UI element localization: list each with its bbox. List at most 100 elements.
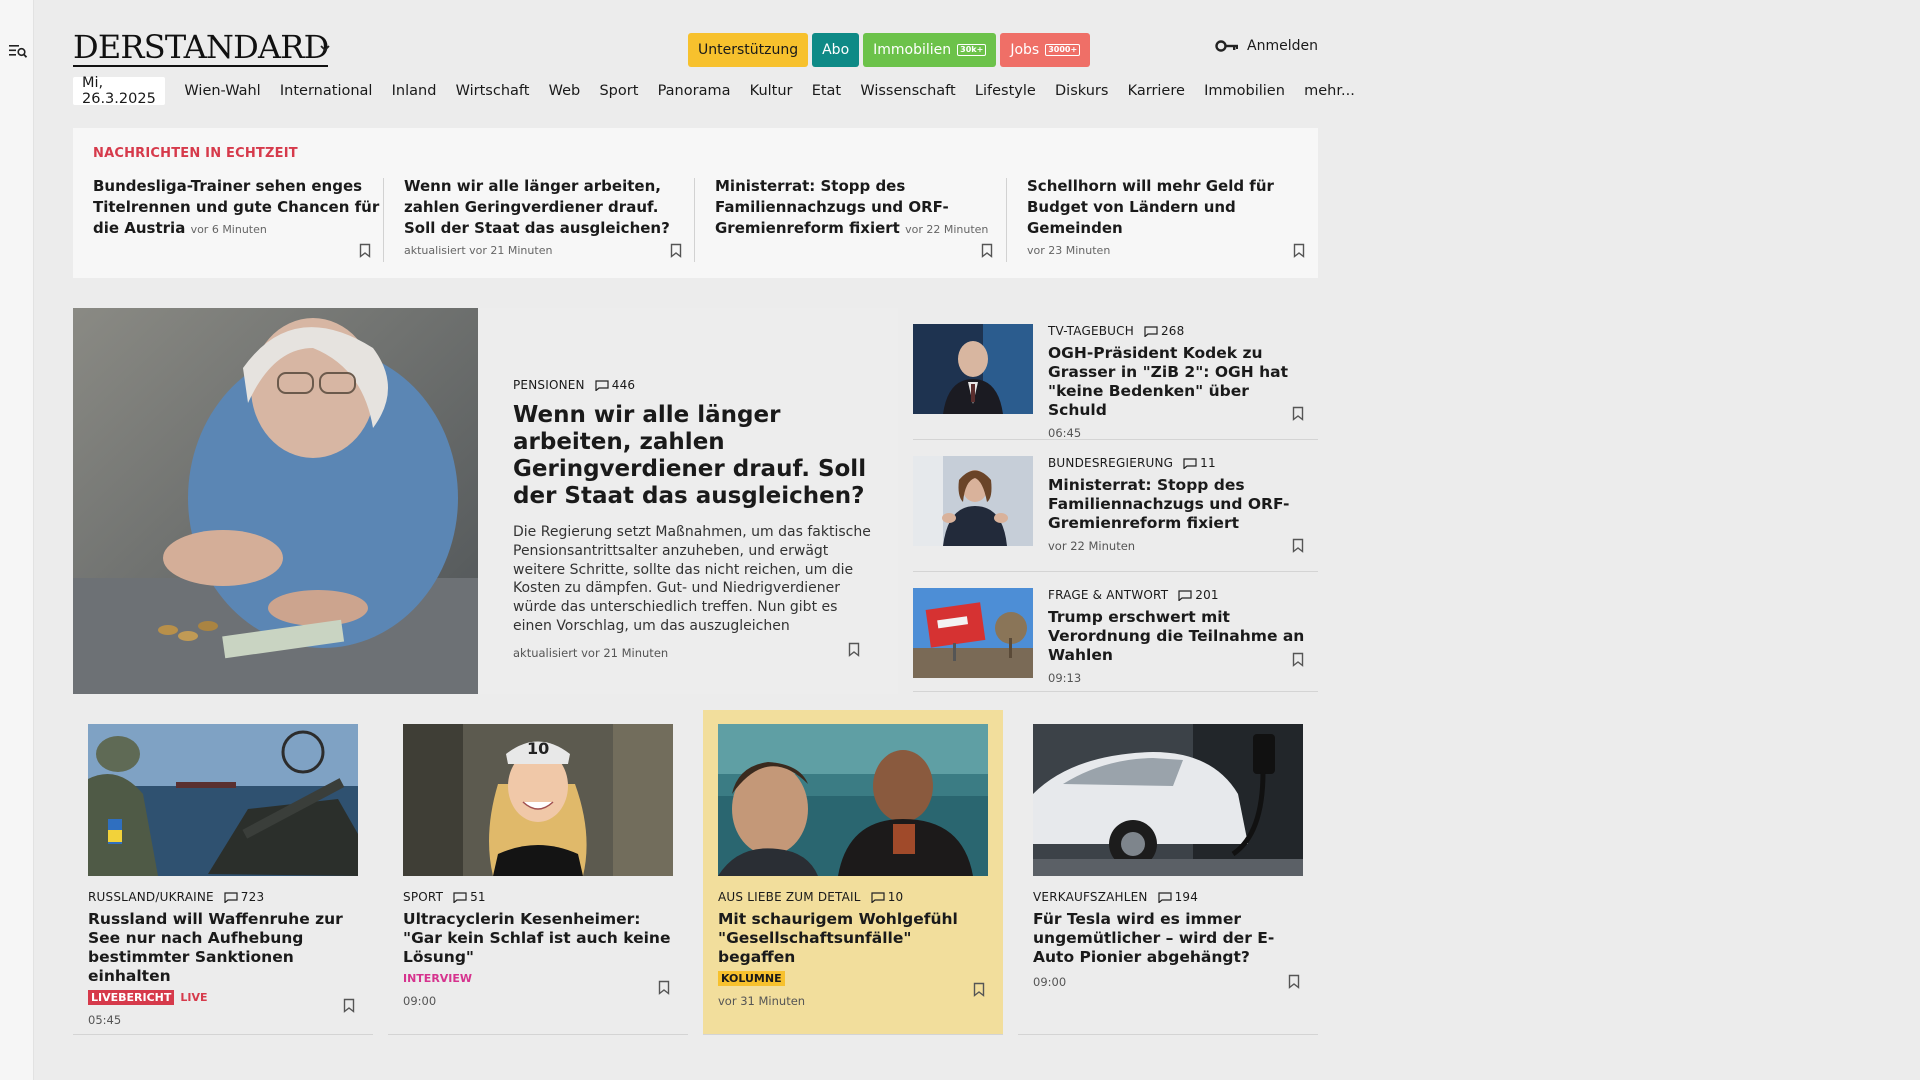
comment-count-value: 10 — [887, 890, 904, 904]
hero-headline[interactable]: Wenn wir alle länger arbeiten, zahlen Ge… — [513, 402, 873, 510]
service-pills: Unterstützung Abo Immobilien 30k+ Jobs 300… — [688, 33, 1091, 67]
ticker-divider — [694, 178, 695, 262]
bookmark-icon[interactable] — [1292, 652, 1304, 667]
article-card: 10 SPORT 51 Ultracyclerin Kesenheimer: "… — [388, 710, 688, 1035]
ticker-item-time: vor 6 Minuten — [190, 223, 267, 236]
comment-count[interactable]: 11 — [1183, 456, 1216, 470]
bookmark-icon[interactable] — [658, 980, 670, 995]
comment-icon — [1144, 325, 1158, 337]
card-category[interactable]: RUSSLAND/UKRAINE — [88, 890, 214, 904]
nav-item-etat[interactable]: Etat — [802, 83, 851, 99]
nav-item-more[interactable]: mehr... — [1295, 83, 1365, 99]
hero-category[interactable]: PENSIONEN — [513, 378, 585, 392]
immobilien-button[interactable]: Immobilien 30k+ — [863, 33, 997, 67]
bookmark-icon[interactable] — [343, 998, 355, 1013]
login-button[interactable]: Anmelden — [1215, 38, 1318, 54]
comment-count-value: 723 — [240, 890, 265, 904]
card-timestamp: 09:00 — [403, 994, 437, 1008]
nav-item-wirtschaft[interactable]: Wirtschaft — [446, 83, 539, 99]
ticker-item-title[interactable]: Wenn wir alle länger arbeiten, zahlen Ge… — [404, 177, 670, 237]
nav-item-wissenschaft[interactable]: Wissenschaft — [851, 83, 966, 99]
bookmark-icon[interactable] — [1293, 243, 1305, 258]
card-kicker: AUS LIEBE ZUM DETAIL 10 — [718, 890, 988, 904]
side-headline[interactable]: Ministerrat: Stopp des Familiennachzugs … — [1048, 476, 1310, 533]
side-timestamp: vor 22 Minuten — [1048, 539, 1136, 553]
comment-count-value: 194 — [1174, 890, 1199, 904]
bookmark-icon[interactable] — [973, 982, 985, 997]
nav-item-karriere[interactable]: Karriere — [1118, 83, 1195, 99]
ticker-item-time: vor 22 Minuten — [905, 223, 989, 236]
article-thumbnail[interactable] — [913, 588, 1033, 678]
abo-button[interactable]: Abo — [812, 33, 860, 67]
current-date: Mi, 26.3.2025 — [73, 75, 165, 107]
jobs-label: Jobs — [1010, 42, 1040, 58]
nav-item-sport[interactable]: Sport — [590, 83, 648, 99]
nav-item-kultur[interactable]: Kultur — [740, 83, 802, 99]
bookmark-icon[interactable] — [670, 243, 682, 258]
card-category[interactable]: SPORT — [403, 890, 443, 904]
nav-item-inland[interactable]: Inland — [382, 83, 446, 99]
comment-count[interactable]: 723 — [224, 890, 265, 904]
side-article-list: TV-TAGEBUCH 268 OGH-Präsident Kodek zu G… — [913, 308, 1318, 692]
bookmark-icon[interactable] — [1292, 538, 1304, 553]
ticker-item-title[interactable]: Schellhorn will mehr Geld für Budget von… — [1027, 177, 1274, 237]
bookmark-icon[interactable] — [1288, 974, 1300, 989]
hero-image[interactable] — [73, 308, 478, 694]
comment-count[interactable]: 446 — [595, 378, 636, 392]
card-category[interactable]: VERKAUFSZAHLEN — [1033, 890, 1148, 904]
side-category[interactable]: BUNDESREGIERUNG — [1048, 456, 1173, 470]
svg-text:10: 10 — [527, 739, 549, 758]
side-article: FRAGE & ANTWORT 201 Trump erschwert mit … — [913, 572, 1318, 692]
comment-count-value: 268 — [1160, 324, 1185, 338]
ticker-divider — [1006, 178, 1007, 262]
support-button[interactable]: Unterstützung — [688, 33, 809, 67]
comment-count[interactable]: 194 — [1157, 890, 1199, 904]
nav-item-lifestyle[interactable]: Lifestyle — [965, 83, 1045, 99]
card-image[interactable]: 10 — [403, 724, 673, 876]
comment-count[interactable]: 268 — [1144, 324, 1185, 338]
nav-item-international[interactable]: International — [270, 83, 382, 99]
card-image[interactable] — [88, 724, 358, 876]
card-timestamp: vor 31 Minuten — [718, 994, 806, 1008]
bookmark-icon[interactable] — [1292, 406, 1304, 421]
card-image[interactable] — [1033, 724, 1303, 876]
side-category[interactable]: FRAGE & ANTWORT — [1048, 588, 1168, 602]
comment-icon — [453, 891, 467, 903]
card-headline[interactable]: Mit schaurigem Wohlgefühl "Gesellschafts… — [718, 910, 988, 967]
nav-item-wien-wahl[interactable]: Wien-Wahl — [175, 83, 271, 99]
bookmark-icon[interactable] — [981, 243, 993, 258]
side-category[interactable]: TV-TAGEBUCH — [1048, 324, 1134, 338]
ticker-item[interactable]: Ministerrat: Stopp des Familiennachzugs … — [715, 176, 1005, 266]
article-thumbnail[interactable] — [913, 324, 1033, 414]
comment-icon — [224, 891, 238, 903]
bookmark-icon[interactable] — [359, 243, 371, 258]
search-menu-icon[interactable] — [8, 42, 28, 60]
card-headline[interactable]: Für Tesla wird es immer ungemütlicher – … — [1033, 910, 1303, 967]
nav-item-web[interactable]: Web — [539, 83, 590, 99]
article-card: VERKAUFSZAHLEN 194 Für Tesla wird es imm… — [1018, 710, 1318, 1035]
article-cards-row: RUSSLAND/UKRAINE 723 Russland will Waffe… — [73, 710, 1318, 1035]
card-headline[interactable]: Ultracyclerin Kesenheimer: "Gar kein Sch… — [403, 910, 673, 967]
chevron-down-icon[interactable] — [319, 42, 331, 54]
ticker-item[interactable]: Schellhorn will mehr Geld für Budget von… — [1027, 176, 1317, 266]
article-thumbnail[interactable] — [913, 456, 1033, 546]
comment-count[interactable]: 10 — [871, 890, 904, 904]
article-card-highlighted: AUS LIEBE ZUM DETAIL 10 Mit schaurigem W… — [703, 710, 1003, 1035]
side-headline[interactable]: Trump erschwert mit Verordnung die Teiln… — [1048, 608, 1310, 665]
nav-item-diskurs[interactable]: Diskurs — [1045, 83, 1118, 99]
hero-photo-elderly-woman — [73, 308, 478, 694]
card-image[interactable] — [718, 724, 988, 876]
nav-item-panorama[interactable]: Panorama — [648, 83, 740, 99]
card-headline[interactable]: Russland will Waffenruhe zur See nur nac… — [88, 910, 358, 986]
comment-count[interactable]: 201 — [1178, 588, 1219, 602]
bookmark-icon[interactable] — [848, 642, 860, 657]
jobs-button[interactable]: Jobs 3000+ — [1000, 33, 1091, 67]
card-category[interactable]: AUS LIEBE ZUM DETAIL — [718, 890, 861, 904]
ticker-item[interactable]: Wenn wir alle länger arbeiten, zahlen Ge… — [404, 176, 694, 266]
comment-count[interactable]: 51 — [453, 890, 486, 904]
ticker-item[interactable]: Bundesliga-Trainer sehen enges Titelrenn… — [93, 176, 383, 266]
comment-icon — [1157, 891, 1172, 903]
side-headline[interactable]: OGH-Präsident Kodek zu Grasser in "ZiB 2… — [1048, 344, 1310, 420]
nav-item-immobilien[interactable]: Immobilien — [1195, 83, 1295, 99]
site-logo[interactable]: DERSTANDARD — [73, 30, 329, 67]
